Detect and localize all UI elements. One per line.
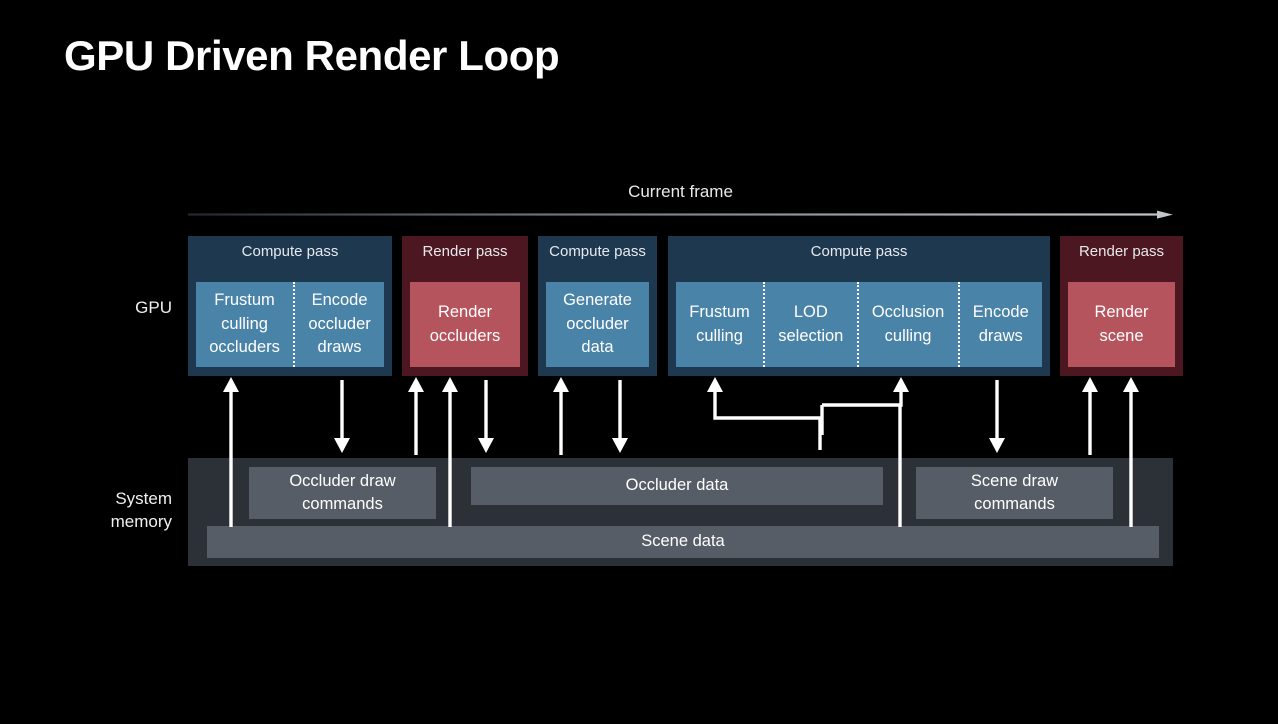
memory-box-line: Occluder data	[625, 476, 729, 495]
pass-stage-row: Render occluders	[410, 282, 520, 367]
stage-frustum-culling-occluders[interactable]: Frustum culling occluders	[196, 282, 294, 367]
slide-canvas: GPU Driven Render Loop Current frame GPU…	[0, 0, 1278, 724]
stage-line: culling	[696, 326, 743, 345]
memory-box-line: commands	[302, 495, 383, 513]
stage-line: draws	[978, 326, 1023, 345]
arrowhead-up	[707, 377, 723, 392]
stage-line: Generate	[563, 291, 632, 310]
gpu-pass-compute-2[interactable]: Compute pass Generate occluder data	[538, 236, 657, 376]
memory-box-line: commands	[974, 495, 1055, 513]
gpu-pass-compute-1[interactable]: Compute pass Frustum culling occluders E…	[188, 236, 392, 376]
arrowhead-down	[478, 438, 494, 453]
stage-line: LOD	[793, 303, 828, 322]
memory-box-occluder-draw-commands[interactable]: Occluder draw commands	[249, 467, 436, 519]
stage-line: culling	[221, 314, 268, 333]
pass-title: Compute pass	[241, 243, 339, 260]
gpu-row-label: GPU	[135, 298, 172, 317]
arrowhead-down	[989, 438, 1005, 453]
stage-line: Render	[1094, 303, 1149, 322]
pass-stage-row: Generate occluder data	[546, 282, 649, 367]
stage-line: Encode	[972, 303, 1029, 322]
stage-line: scene	[1099, 326, 1144, 345]
arrowhead-up	[553, 377, 569, 392]
stage-line: draws	[317, 338, 362, 357]
gpu-pass-render-2[interactable]: Render pass Render scene	[1060, 236, 1183, 376]
stage-line: Render	[437, 303, 493, 322]
system-memory-label-line1: System	[115, 489, 172, 508]
system-memory-row-label: System memory	[20, 488, 172, 534]
stage-render-occluders[interactable]: Render occluders	[410, 282, 520, 367]
pass-title: Render pass	[1078, 243, 1165, 260]
stage-encode-occluder-draws[interactable]: Encode occluder draws	[293, 282, 384, 367]
stage-lod-selection[interactable]: LOD selection	[763, 282, 857, 367]
stage-line: Encode	[311, 291, 368, 310]
arrowhead-up	[1123, 377, 1139, 392]
stage-line: occluder	[308, 314, 371, 333]
gpu-pass-render-1[interactable]: Render pass Render occluders	[402, 236, 528, 376]
arrowhead-down	[612, 438, 628, 453]
memory-box-occluder-data[interactable]: Occluder data	[471, 467, 883, 505]
stage-line: Frustum	[214, 291, 275, 310]
system-memory-container: Occluder draw commands Occluder data Sce…	[188, 458, 1173, 566]
stage-line: occluder	[566, 314, 629, 333]
pass-title: Compute pass	[549, 243, 646, 260]
arrowhead-up	[223, 377, 239, 392]
memory-box-line: Occluder draw	[289, 471, 396, 490]
pass-title: Render pass	[422, 243, 508, 260]
stage-frustum-culling[interactable]: Frustum culling	[676, 282, 763, 367]
pass-stage-row: Render scene	[1068, 282, 1175, 367]
arrowhead-down	[334, 438, 350, 453]
stage-line: Frustum	[689, 303, 750, 322]
pass-stage-row: Frustum culling LOD selection Occlusion …	[676, 282, 1042, 367]
arrowhead-up	[408, 377, 424, 392]
stage-line: occluders	[209, 338, 280, 357]
pass-stage-row: Frustum culling occluders Encode occlude…	[196, 282, 384, 367]
page-title: GPU Driven Render Loop	[64, 32, 560, 79]
memory-box-scene-data[interactable]: Scene data	[207, 526, 1159, 558]
pass-title: Compute pass	[810, 243, 908, 260]
current-frame-label: Current frame	[628, 182, 733, 201]
memory-box-scene-draw-commands[interactable]: Scene draw commands	[916, 467, 1113, 519]
stage-occlusion-culling[interactable]: Occlusion culling	[856, 282, 958, 367]
stage-render-scene[interactable]: Render scene	[1068, 282, 1175, 367]
current-frame-arrow	[188, 210, 1173, 219]
stage-line: data	[581, 338, 614, 357]
stage-encode-draws[interactable]: Encode draws	[957, 282, 1042, 367]
arrowhead-up	[1082, 377, 1098, 392]
stage-line: occluders	[429, 326, 501, 345]
arrow-elbow-tail	[899, 388, 903, 407]
arrow-elbow-path	[713, 388, 822, 450]
arrowhead-up	[893, 377, 909, 392]
memory-box-line: Scene draw	[970, 471, 1059, 490]
system-memory-label-line2: memory	[110, 511, 172, 531]
arrowhead-up	[442, 377, 458, 392]
stage-line: Occlusion	[871, 303, 945, 322]
memory-box-line: Scene data	[641, 532, 725, 551]
stage-generate-occluder-data[interactable]: Generate occluder data	[546, 282, 649, 367]
stage-line: selection	[778, 326, 844, 345]
stage-line: culling	[884, 326, 932, 345]
gpu-pass-compute-3[interactable]: Compute pass Frustum culling LOD selecti…	[668, 236, 1050, 376]
